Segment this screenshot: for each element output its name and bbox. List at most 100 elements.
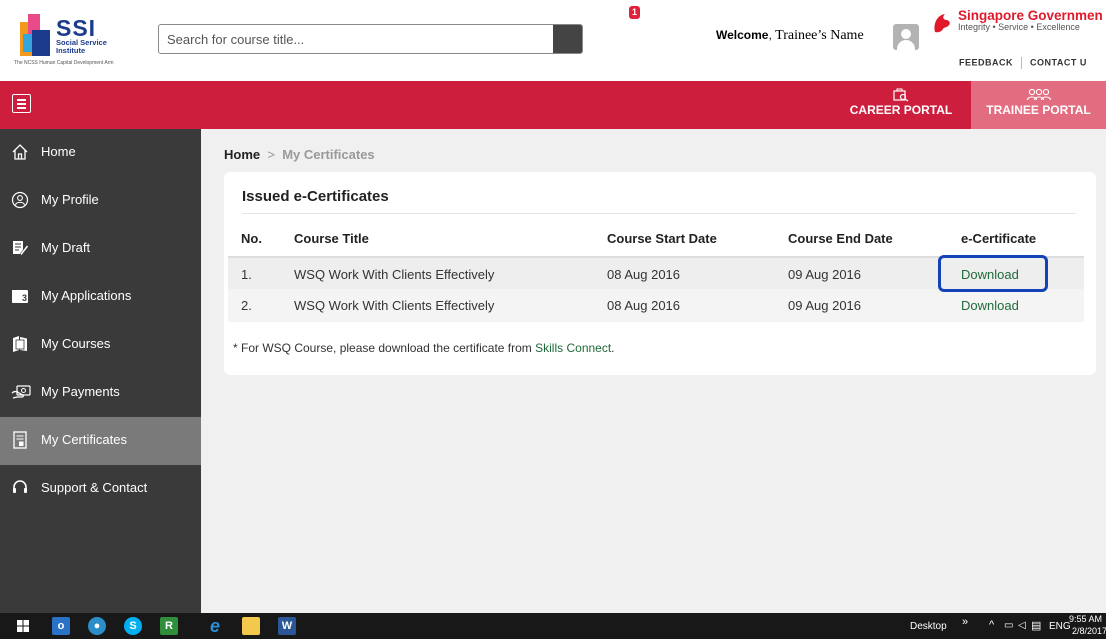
sidebar-item-my-courses[interactable]: My Courses [0,321,201,369]
start-date: 08 Aug 2016 [607,267,681,282]
feedback-link[interactable]: FEEDBACK [959,57,1013,67]
courses-icon [11,335,29,353]
sidebar-item-label: My Applications [41,288,132,303]
logo-tagline: The NCSS Human Capital Development Arm [14,60,114,66]
column-header-course-title: Course Title [294,231,369,246]
battery-icon[interactable]: ▭ [1004,620,1013,631]
payments-icon [11,383,31,401]
sidebar-item-label: My Draft [41,240,91,255]
sidebar-item-home[interactable]: Home [0,129,201,177]
gov-tagline: Integrity • Service • Excellence [958,22,1080,32]
trainee-portal-label: TRAINEE PORTAL [986,103,1091,117]
windows-start-icon[interactable] [14,617,32,635]
clock-time[interactable]: 9:55 AM [1069,614,1102,624]
draft-icon [11,239,29,257]
avatar[interactable] [893,24,919,50]
career-portal-label: CAREER PORTAL [849,103,953,117]
column-header-start-date: Course Start Date [607,231,717,246]
end-date: 09 Aug 2016 [788,298,862,313]
tray-overflow-icon[interactable]: ^ [989,619,994,631]
site-header: SSI Social Service Institute The NCSS Hu… [0,0,1106,81]
singapore-government-logo[interactable]: Singapore Governmen Integrity • Service … [931,8,1106,48]
sidebar-item-label: Home [41,144,76,159]
chevron-right-icon[interactable]: » [962,616,968,628]
logo-subtitle-2: Institute [56,46,86,55]
column-header-no: No. [241,231,262,246]
sidebar-item-my-profile[interactable]: My Profile [0,177,201,225]
internet-explorer-icon[interactable]: e [206,617,224,635]
ssi-logo-mark-icon [20,14,50,56]
notifications-icon[interactable]: ▤ [1031,619,1041,632]
course-title: WSQ Work With Clients Effectively [294,267,495,282]
applications-icon: 3 [11,287,29,305]
sidebar-item-label: Support & Contact [41,480,148,495]
breadcrumb: Home > My Certificates [224,147,375,162]
row-number: 2. [241,298,252,313]
language-indicator[interactable]: ENG [1049,621,1071,632]
user-name: Trainee’s Name [775,28,864,43]
career-portal-tab[interactable]: CAREER PORTAL [836,81,966,129]
course-title: WSQ Work With Clients Effectively [294,298,495,313]
divider [242,213,1076,214]
trainee-portal-tab[interactable]: TRAINEE PORTAL [971,81,1106,129]
profile-icon [11,191,29,209]
gov-title: Singapore Governmen [958,8,1103,23]
footnote-text: * For WSQ Course, please download the ce… [233,341,536,355]
sidebar-item-my-draft[interactable]: My Draft [0,225,201,273]
clock-date[interactable]: 2/8/2017 [1072,626,1106,636]
sidebar-item-label: My Courses [41,336,111,351]
contact-link[interactable]: CONTACT U [1030,57,1087,67]
support-icon [11,479,29,497]
home-icon [11,143,29,161]
welcome-message: Welcome, Trainee’s Name [716,28,864,43]
start-date: 08 Aug 2016 [607,298,681,313]
download-link[interactable]: Download [961,298,1019,313]
sidebar-item-label: My Payments [41,384,120,399]
notification-badge[interactable]: 1 [629,6,640,19]
breadcrumb-separator: > [267,147,275,162]
lion-head-icon [934,14,950,33]
certificates-card: Issued e-Certificates No. Course Title C… [224,172,1096,375]
search-input[interactable] [167,29,552,50]
ssi-logo[interactable]: SSI Social Service Institute The NCSS Hu… [14,10,144,76]
sidebar-item-label: My Certificates [41,432,127,447]
download-highlight-box [938,255,1048,292]
career-search-icon [836,88,966,102]
column-header-e-certificate: e-Certificate [961,231,1037,246]
r-app-icon[interactable]: R [160,617,178,635]
svg-text:3: 3 [22,293,27,303]
windows-taskbar: o ● S R e W Desktop » ^ ▭ ◁ ▤ ENG 9:55 A… [0,613,1106,639]
footnote: * For WSQ Course, please download the ce… [233,341,615,355]
sidebar-item-my-applications[interactable]: 3 My Applications [0,273,201,321]
skype-icon[interactable]: S [124,617,142,635]
sidebar-item-support-contact[interactable]: Support & Contact [0,465,201,513]
row-number: 1. [241,267,252,282]
footnote-end: . [611,341,615,355]
welcome-label: Welcome [716,28,769,42]
search-button[interactable] [553,25,582,53]
volume-icon[interactable]: ◁ [1018,620,1026,631]
sidebar-item-my-certificates[interactable]: My Certificates [0,417,201,465]
desktop-label[interactable]: Desktop [910,621,947,632]
card-title: Issued e-Certificates [242,188,389,205]
browser-icon[interactable]: ● [88,617,106,635]
top-links: FEEDBACK CONTACT U [959,57,1087,69]
portal-bar: CAREER PORTAL TRAINEE PORTAL [0,81,1106,129]
column-header-end-date: Course End Date [788,231,893,246]
table-row: 2. WSQ Work With Clients Effectively 08 … [228,289,1084,322]
word-icon[interactable]: W [278,617,296,635]
outlook-icon[interactable]: o [52,617,70,635]
menu-toggle-icon[interactable] [12,94,31,113]
sidebar-item-my-payments[interactable]: My Payments [0,369,201,417]
sidebar: Home My Profile My Draft 3 My Applicatio… [0,129,201,613]
certificates-icon [11,431,29,449]
search-box [158,24,583,54]
logo-title: SSI [56,15,97,41]
breadcrumb-current: My Certificates [282,147,375,162]
main-content: Home > My Certificates Issued e-Certific… [201,129,1106,613]
file-explorer-icon[interactable] [242,617,260,635]
end-date: 09 Aug 2016 [788,267,862,282]
breadcrumb-home[interactable]: Home [224,147,260,162]
skills-connect-link[interactable]: Skills Connect [535,341,611,355]
sidebar-item-label: My Profile [41,192,99,207]
